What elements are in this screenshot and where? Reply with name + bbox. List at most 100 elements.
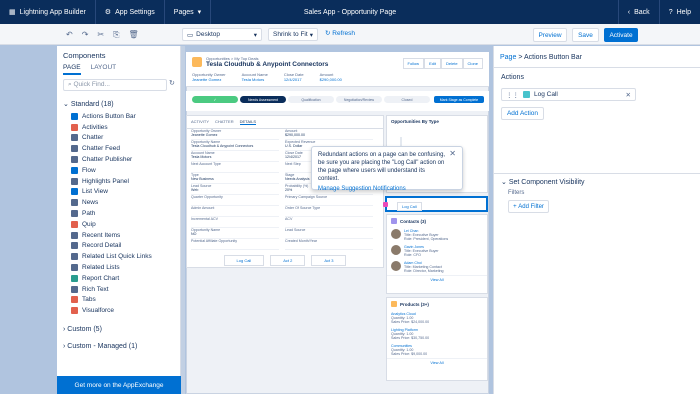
contact-item[interactable]: Gavin Jones Title: Executive Buyer Role: C… <box>387 243 487 259</box>
save-button[interactable]: Save <box>572 28 599 42</box>
field-value: NO <box>191 232 197 236</box>
act-2-button[interactable]: Act 2 <box>270 254 306 266</box>
path-step[interactable]: Closed <box>384 96 430 103</box>
redo-icon[interactable]: ↷ <box>82 30 89 40</box>
back-button[interactable]: ‹ Back <box>617 0 659 24</box>
record-title: Tesla Cloudhub & Anypoint Connectors <box>206 61 329 68</box>
edit-button[interactable]: Edit <box>424 58 441 69</box>
appexchange-button[interactable]: Get more on the AppExchange <box>57 376 181 394</box>
properties-panel: Page > Actions Button Bar Actions ⋮⋮ Log… <box>493 46 700 394</box>
drag-grip-icon[interactable]: ⋮⋮ <box>506 91 519 99</box>
field-label: Next Step <box>285 162 301 166</box>
product-item[interactable]: Lighting Platform Quantity: 1.00 Sales Pri… <box>387 326 487 342</box>
breadcrumb-page-link[interactable]: Page <box>500 54 516 61</box>
tab-activity[interactable]: ACTIVITY <box>191 119 209 125</box>
product-item[interactable]: Communities Quantity: 1.00 Sales Price: $9… <box>387 342 487 358</box>
standard-section-header[interactable]: ⌄ Standard (18) <box>63 100 114 108</box>
custom-managed-section-header[interactable]: › Custom - Managed (1) <box>63 343 137 350</box>
device-select[interactable]: ▭ Desktop ▾ <box>182 28 262 41</box>
component-item[interactable]: Chatter Publisher <box>71 154 152 165</box>
component-item[interactable]: List View <box>71 187 152 198</box>
component-item[interactable]: Actions Button Bar <box>71 111 152 122</box>
tab-page[interactable]: PAGE <box>63 64 81 75</box>
preview-button[interactable]: Preview <box>533 28 567 42</box>
component-item[interactable]: Tabs <box>71 295 152 306</box>
contact-item[interactable]: Lei Chan Title: Executive Buyer Role: Pres… <box>387 227 487 243</box>
highlight-field: Opportunity Owner Jeanette Gomez <box>192 72 226 82</box>
copy-icon[interactable]: ⎘ <box>113 30 119 40</box>
custom-section-header[interactable]: › Custom (5) <box>63 326 102 333</box>
component-item[interactable]: Quip <box>71 219 152 230</box>
act-3-button[interactable]: Act 3 <box>311 254 347 266</box>
zoom-select[interactable]: Shrink to Fit ▾ <box>268 28 318 41</box>
component-item[interactable]: Path <box>71 208 152 219</box>
component-item[interactable]: Chatter <box>71 133 152 144</box>
app-builder-menu[interactable]: ▦ Lightning App Builder <box>0 0 96 24</box>
path-step[interactable]: Negotiation/Review <box>336 96 382 103</box>
path-step-current[interactable]: Needs Assessment <box>240 96 286 103</box>
component-item[interactable]: Recent Items <box>71 230 152 241</box>
help-button[interactable]: ? Help <box>658 0 700 24</box>
undo-icon[interactable]: ↶ <box>66 30 73 40</box>
tab-chatter[interactable]: CHATTER <box>215 119 234 125</box>
component-item[interactable]: Related Lists <box>71 262 152 273</box>
component-icon <box>71 253 78 261</box>
tab-details[interactable]: DETAILS <box>239 119 256 125</box>
contact-role: President, Operations <box>413 237 449 241</box>
report-chart-title: Opportunities By Type <box>391 119 439 124</box>
field-label: Admin Amount <box>191 206 215 210</box>
component-item[interactable]: News <box>71 197 152 208</box>
field-value: New Business <box>191 177 214 181</box>
component-label: Chatter <box>82 134 104 142</box>
delete-button[interactable]: Delete <box>440 58 463 69</box>
component-item[interactable]: Chatter Feed <box>71 143 152 154</box>
component-item[interactable]: Flow <box>71 165 152 176</box>
activate-button[interactable]: Activate <box>604 28 638 42</box>
component-item[interactable]: Visualforce <box>71 305 152 316</box>
highlight-field: Amount $290,000.00 <box>320 72 342 82</box>
field-label: Lead Source <box>285 228 306 232</box>
app-settings-button[interactable]: ⚙ App Settings <box>96 0 165 24</box>
delete-icon[interactable]: 🗑 <box>129 30 139 40</box>
drag-handle-icon[interactable] <box>383 202 388 207</box>
canvas-scrollbar[interactable] <box>181 46 185 394</box>
path-step-complete[interactable]: ✓ <box>192 96 238 103</box>
path-step[interactable]: Qualification <box>288 96 334 103</box>
pages-dropdown[interactable]: Pages ▾ <box>165 0 212 24</box>
log-call-button[interactable]: Log Call <box>223 254 265 266</box>
component-item[interactable]: Related List Quick Links <box>71 251 152 262</box>
cut-icon[interactable]: ✂ <box>97 30 104 40</box>
products-view-all[interactable]: View All <box>387 358 487 367</box>
refresh-button[interactable]: ↻ Refresh <box>325 29 355 37</box>
component-item[interactable]: Report Chart <box>71 273 152 284</box>
component-item[interactable]: Activities <box>71 122 152 133</box>
add-filter-button[interactable]: + Add Filter <box>508 200 549 213</box>
refresh-icon[interactable]: ↻ <box>169 79 175 87</box>
manage-notifications-link[interactable]: Manage Suggestion Notifications <box>318 185 456 193</box>
field-value: Jeanette Gomez <box>191 133 218 137</box>
remove-icon[interactable]: ✕ <box>626 91 631 99</box>
highlights-panel[interactable]: Opportunities > My Top Deals Tesla Cloud… <box>186 52 489 87</box>
contact-item[interactable]: Adam Choi Title: Marketing Contact Role: D… <box>387 259 487 275</box>
path-component[interactable]: ✓ Needs Assessment Qualification Negotia… <box>186 91 489 111</box>
close-icon[interactable]: ✕ <box>449 150 456 158</box>
log-call-action[interactable]: Log Call <box>397 202 422 211</box>
field-value: $290,000.00 <box>285 133 305 137</box>
actions-button-bar-selected[interactable]: Log Call <box>383 196 488 212</box>
mark-complete-button[interactable]: Mark Stage as Complete <box>434 96 484 103</box>
field-label: Incremental ACV <box>191 217 218 221</box>
add-action-button[interactable]: Add Action <box>501 107 544 120</box>
search-input[interactable]: ⌕ Quick Find... <box>63 79 167 91</box>
component-item[interactable]: Record Detail <box>71 241 152 252</box>
follow-button[interactable]: Follow <box>402 58 425 69</box>
contacts-view-all[interactable]: View All <box>387 275 487 284</box>
tab-layout[interactable]: LAYOUT <box>91 64 117 75</box>
clone-button[interactable]: Clone <box>462 58 483 69</box>
visibility-section-header[interactable]: ⌄ Set Component Visibility <box>501 178 585 186</box>
chevron-down-icon: ▾ <box>253 32 257 39</box>
product-item[interactable]: Analytics Cloud Quantity: 1.00 Sales Price… <box>387 310 487 326</box>
action-list-item[interactable]: ⋮⋮ Log Call ✕ <box>501 88 636 101</box>
action-item-label: Log Call <box>534 91 558 98</box>
component-item[interactable]: Highlights Panel <box>71 176 152 187</box>
component-item[interactable]: Rich Text <box>71 284 152 295</box>
